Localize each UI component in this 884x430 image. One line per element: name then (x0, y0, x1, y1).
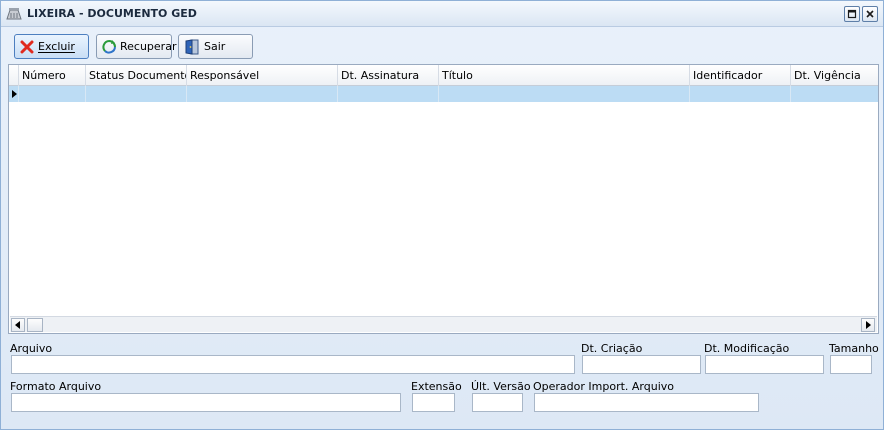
dt-criacao-field[interactable] (582, 355, 701, 374)
column-header-dt-vigencia[interactable]: Dt. Vigência (791, 65, 878, 86)
dt-criacao-label: Dt. Criação (581, 342, 643, 355)
formato-arquivo-label: Formato Arquivo (10, 380, 102, 393)
ult-versao-field[interactable] (472, 393, 523, 412)
documents-grid[interactable]: Número Status Documento G Responsável Dt… (8, 64, 879, 334)
column-header-status[interactable]: Status Documento G (86, 65, 187, 86)
extensao-label: Extensão (411, 380, 462, 393)
column-header-dt-assinatura[interactable]: Dt. Assinatura (338, 65, 439, 86)
trash-bin-icon (6, 7, 22, 21)
row-indicator-cell (9, 86, 19, 102)
close-button[interactable] (862, 6, 878, 22)
column-header-numero[interactable]: Número (19, 65, 86, 86)
cell-status[interactable] (86, 86, 187, 102)
sair-button[interactable]: Sair (178, 34, 253, 59)
ult-versao-label: Últ. Versão (471, 380, 531, 393)
title-bar[interactable]: LIXEIRA - DOCUMENTO GED (1, 1, 883, 27)
maximize-button[interactable] (844, 6, 860, 22)
grid-header: Número Status Documento G Responsável Dt… (9, 65, 878, 86)
extensao-field[interactable] (412, 393, 455, 412)
dt-modificacao-field[interactable] (705, 355, 824, 374)
cell-identificador[interactable] (690, 86, 791, 102)
arquivo-label: Arquivo (10, 342, 53, 355)
column-header-responsavel[interactable]: Responsável (187, 65, 338, 86)
horizontal-scrollbar[interactable] (10, 316, 877, 332)
recuperar-button[interactable]: Recuperar (96, 34, 176, 59)
arquivo-field[interactable] (11, 355, 575, 374)
dt-modificacao-label: Dt. Modificação (704, 342, 790, 355)
scroll-left-button[interactable] (11, 318, 25, 332)
cell-dt-vigencia[interactable] (791, 86, 878, 102)
scroll-right-button[interactable] (861, 318, 875, 332)
row-indicator-header (9, 65, 19, 86)
column-header-titulo[interactable]: Título (439, 65, 690, 86)
operador-label: Operador Import. Arquivo (533, 380, 675, 393)
window-title: LIXEIRA - DOCUMENTO GED (27, 7, 197, 20)
recuperar-label: Recuperar (120, 40, 177, 53)
column-header-identificador[interactable]: Identificador (690, 65, 791, 86)
close-icon (866, 10, 874, 18)
exit-door-icon (185, 38, 199, 55)
toolbar: Excluir Recuperar Sair (7, 31, 877, 63)
recycle-icon (102, 39, 116, 54)
arrow-right-icon (866, 321, 871, 329)
formato-arquivo-field[interactable] (11, 393, 401, 412)
tamanho-field[interactable] (830, 355, 872, 374)
cell-titulo[interactable] (439, 86, 690, 102)
excluir-button[interactable]: Excluir (14, 34, 89, 59)
operador-field[interactable] (534, 393, 759, 412)
table-row[interactable] (9, 86, 878, 102)
lixeira-window: LIXEIRA - DOCUMENTO GED Excluir Recupera… (0, 0, 884, 430)
maximize-icon (847, 9, 857, 19)
sair-label: Sair (204, 40, 226, 53)
cell-dt-assinatura[interactable] (338, 86, 439, 102)
excluir-label: Excluir (38, 40, 75, 53)
arrow-left-icon (15, 321, 20, 329)
scroll-thumb[interactable] (27, 318, 43, 332)
tamanho-label: Tamanho (829, 342, 879, 355)
cell-numero[interactable] (19, 86, 86, 102)
cell-responsavel[interactable] (187, 86, 338, 102)
red-x-icon (20, 40, 34, 53)
